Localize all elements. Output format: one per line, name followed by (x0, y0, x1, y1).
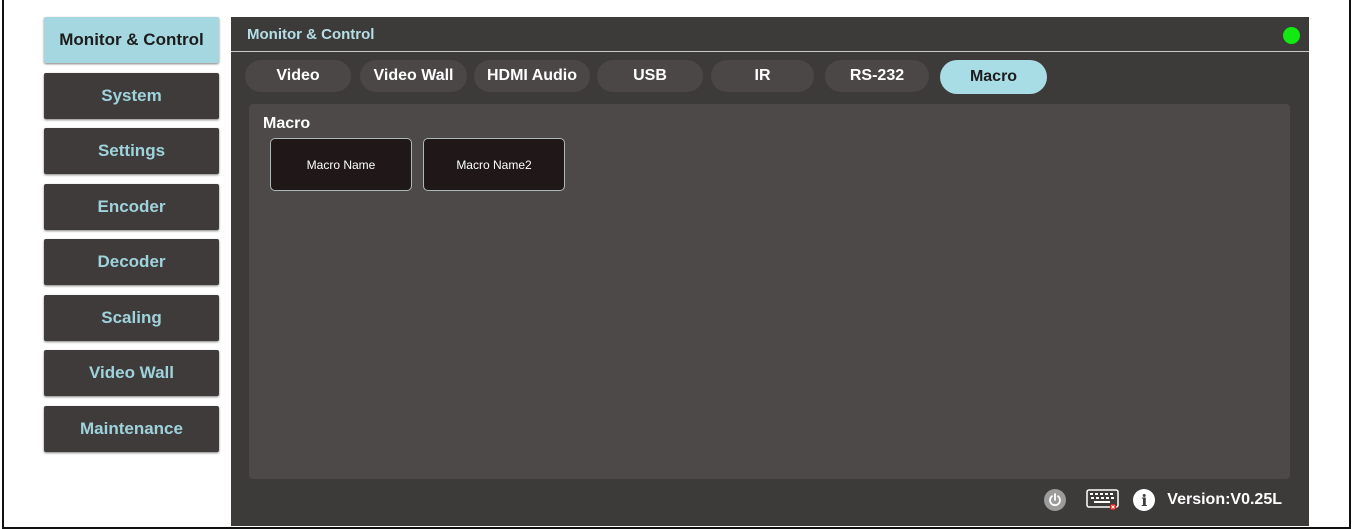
panel-title: Monitor & Control (247, 26, 375, 43)
tab-video[interactable]: Video (245, 60, 351, 92)
sidebar-item-decoder[interactable]: Decoder (44, 239, 219, 285)
footer: i Version:V0.25L (1044, 487, 1282, 513)
sidebar-item-settings[interactable]: Settings (44, 128, 219, 174)
main-panel: Monitor & Control Video Video Wall HDMI … (231, 17, 1309, 526)
tab-rs-232[interactable]: RS-232 (825, 60, 929, 92)
tab-macro[interactable]: Macro (940, 60, 1047, 94)
sidebar-item-encoder[interactable]: Encoder (44, 183, 219, 230)
power-icon[interactable] (1044, 489, 1067, 511)
tab-ir[interactable]: IR (711, 60, 814, 92)
sidebar-item-monitor-control[interactable]: Monitor & Control (44, 17, 219, 63)
sidebar-item-scaling[interactable]: Scaling (44, 294, 219, 341)
tab-hdmi-audio[interactable]: HDMI Audio (474, 60, 590, 92)
sidebar: Monitor & Control System Settings Encode… (44, 17, 219, 461)
macro-button[interactable]: Macro Name (270, 138, 412, 191)
keyboard-icon[interactable] (1086, 489, 1120, 511)
status-indicator (1283, 27, 1300, 44)
divider (231, 51, 1309, 52)
sidebar-item-video-wall[interactable]: Video Wall (44, 350, 219, 396)
sidebar-item-system[interactable]: System (44, 72, 219, 119)
info-icon[interactable]: i (1133, 489, 1156, 511)
macro-button[interactable]: Macro Name2 (423, 138, 565, 191)
section-title: Macro (263, 115, 311, 132)
macro-content: Macro Macro Name Macro Name2 (249, 104, 1290, 479)
sidebar-item-maintenance[interactable]: Maintenance (44, 405, 219, 452)
tab-video-wall[interactable]: Video Wall (360, 60, 467, 92)
version-label: Version:V0.25L (1167, 491, 1282, 508)
tab-usb[interactable]: USB (597, 60, 703, 92)
